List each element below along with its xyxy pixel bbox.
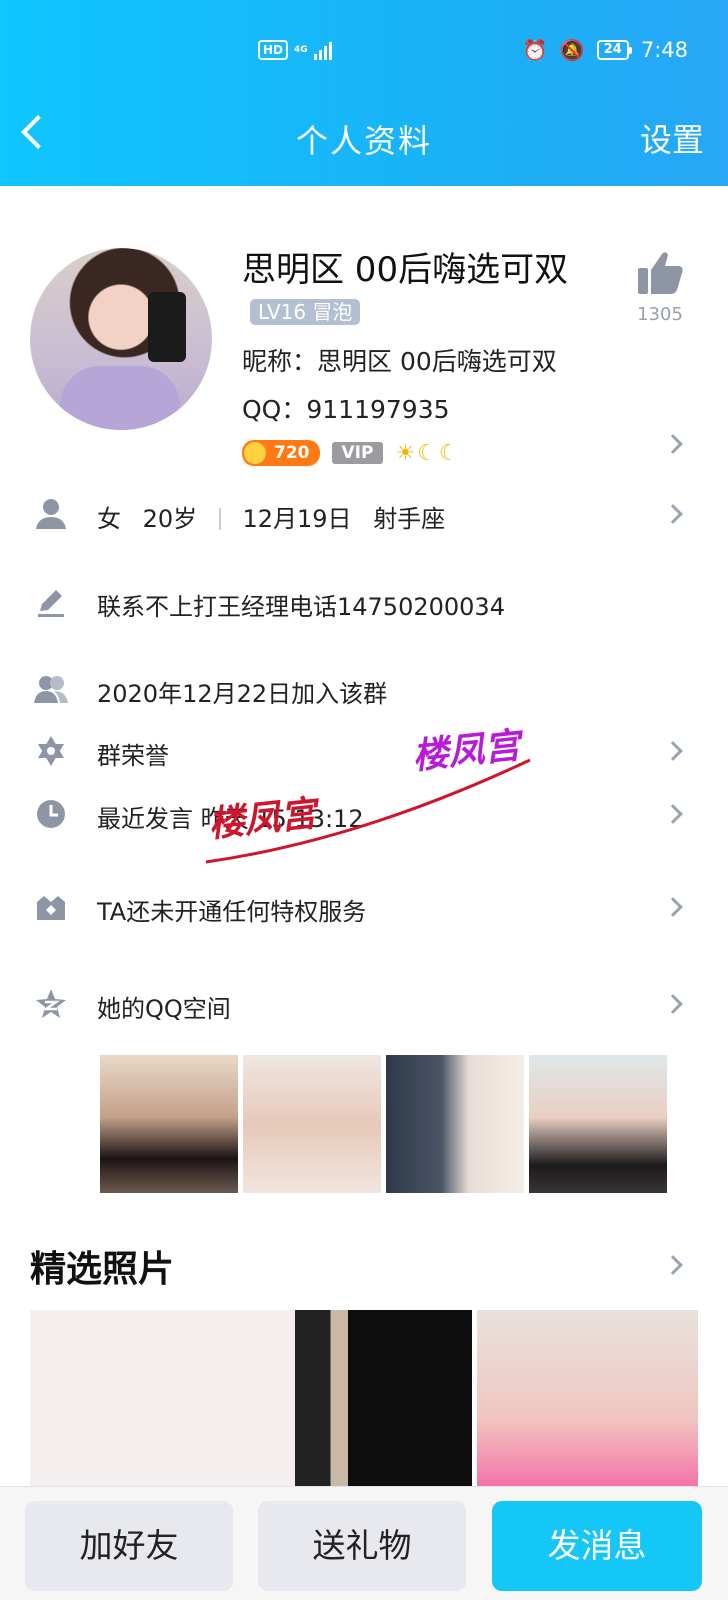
like-button[interactable]: 1305 (630, 250, 690, 325)
like-count: 1305 (637, 304, 683, 325)
crown-icon (37, 896, 65, 920)
qzone-photo[interactable] (100, 1055, 238, 1193)
chevron-right-icon (663, 741, 683, 761)
avatar[interactable] (30, 248, 212, 430)
basic-info-row[interactable]: 女 20岁 12月19日 射手座 (0, 495, 728, 535)
send-message-button[interactable]: 发消息 (492, 1501, 702, 1591)
mute-icon: 🔕 (559, 38, 585, 62)
network-indicator: HD 4G (258, 40, 332, 60)
profile-name-block: 思明区 00后嗨选可双 LV16 冒泡 (242, 248, 602, 336)
bottom-action-bar: 加好友 送礼物 发消息 (0, 1486, 728, 1600)
coin-icon (244, 442, 266, 464)
battery-icon: 24 (596, 40, 632, 60)
birthday: 12月19日 (242, 505, 352, 533)
signature-text: 联系不上打王经理电话14750200034 (97, 593, 505, 621)
star-of-david-icon (38, 736, 64, 766)
person-icon (36, 499, 66, 529)
group-honor-text: 群荣誉 (97, 742, 169, 770)
send-gift-button[interactable]: 送礼物 (258, 1501, 466, 1591)
chevron-right-icon (663, 897, 683, 917)
joined-text: 2020年12月22日加入该群 (97, 680, 388, 708)
hd-badge: HD (258, 40, 289, 60)
featured-photo[interactable] (477, 1310, 698, 1490)
profile-name: 思明区 00后嗨选可双 (242, 250, 569, 290)
featured-photo[interactable] (30, 1310, 472, 1490)
group-icon (34, 676, 68, 703)
pencil-icon (38, 590, 64, 617)
level-badge[interactable]: LV16 冒泡 (250, 299, 361, 325)
featured-photos-title: 精选照片 (30, 1249, 175, 1290)
settings-button[interactable]: 设置 (640, 115, 704, 161)
qzone-row[interactable]: 她的QQ空间 (0, 985, 728, 1025)
joined-row: 2020年12月22日加入该群 (0, 670, 728, 710)
age: 20岁 (142, 505, 198, 533)
signature-row: 联系不上打王经理电话14750200034 (0, 583, 728, 623)
qzone-photo[interactable] (243, 1055, 381, 1193)
avatar-shirt (60, 366, 180, 430)
avatar-phone (148, 292, 186, 362)
clock-icon (37, 800, 65, 828)
badge-row[interactable]: 720 VIP ☀☾☾ (242, 440, 461, 466)
network-type: 4G (294, 44, 308, 55)
thumbs-up-icon (638, 252, 683, 294)
qzone-photo-strip[interactable] (100, 1055, 667, 1193)
qq-level-icons: ☀☾☾ (395, 440, 461, 466)
coin-value: 720 (274, 443, 310, 463)
gender: 女 (97, 505, 121, 533)
status-bar: HD 4G ⏰ 🔕 24 7:48 (0, 38, 728, 68)
qzone-photo[interactable] (386, 1055, 524, 1193)
chevron-right-icon (663, 504, 683, 524)
qq-number: QQ：911197935 (242, 395, 450, 424)
page-title: 个人资料 (295, 122, 432, 160)
coin-badge[interactable]: 720 (242, 440, 320, 466)
qzone-text: 她的QQ空间 (97, 995, 231, 1023)
divider (218, 508, 221, 530)
vip-badge[interactable]: VIP (331, 442, 384, 464)
zodiac: 射手座 (373, 505, 446, 533)
chevron-right-icon (663, 804, 683, 824)
chevron-right-icon (663, 994, 683, 1014)
signal-icon (313, 40, 332, 60)
qzone-photo[interactable] (529, 1055, 667, 1193)
privilege-row[interactable]: TA还未开通任何特权服务 (0, 888, 728, 928)
qzone-star-icon (36, 989, 66, 1018)
badge-chevron-icon[interactable] (663, 434, 683, 454)
clock: 7:48 (640, 38, 688, 62)
featured-chevron-icon[interactable] (663, 1255, 683, 1275)
header-bar: HD 4G ⏰ 🔕 24 7:48 个人资料 设置 (0, 0, 728, 186)
alarm-icon: ⏰ (522, 38, 548, 62)
add-friend-button[interactable]: 加好友 (25, 1501, 233, 1591)
privilege-text: TA还未开通任何特权服务 (97, 898, 367, 926)
nickname: 昵称：思明区 00后嗨选可双 (242, 347, 557, 376)
